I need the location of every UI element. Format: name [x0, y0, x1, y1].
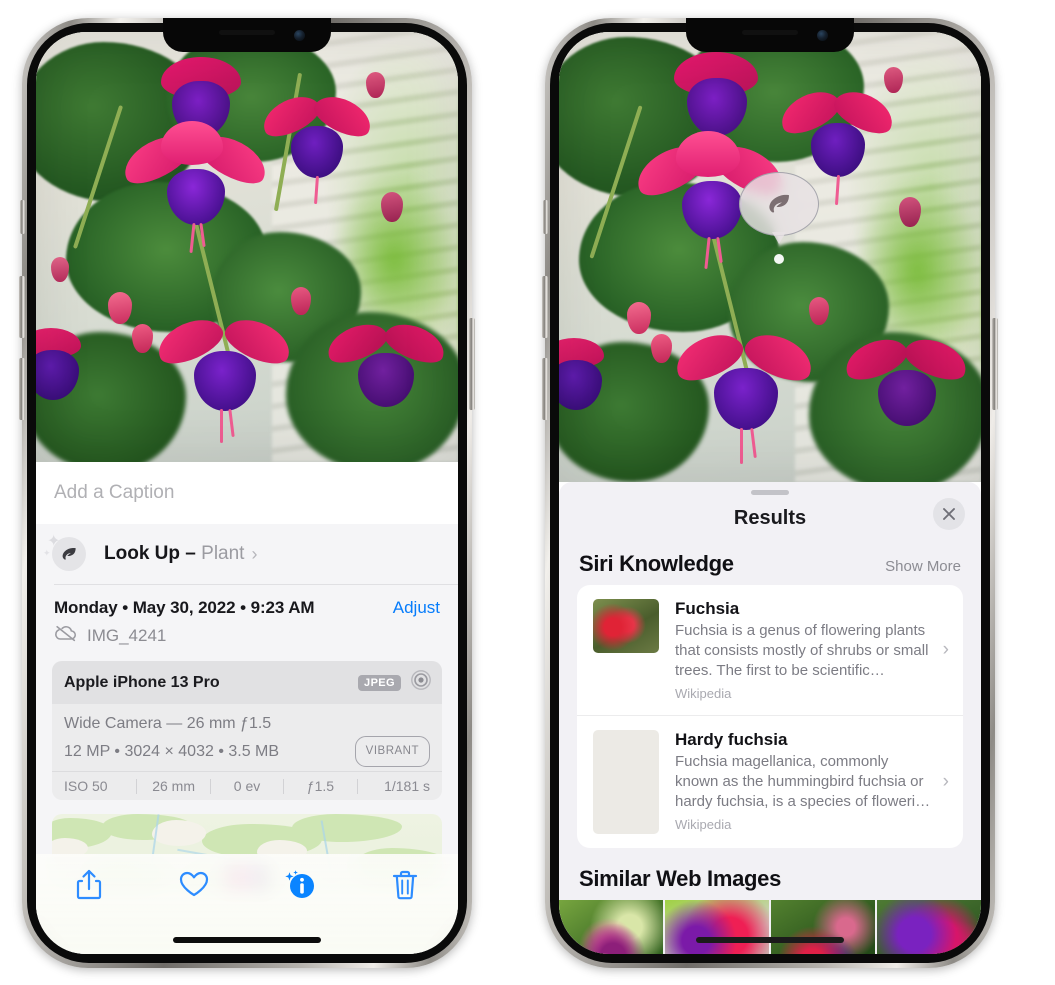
web-image-thumb[interactable]	[665, 900, 769, 954]
siri-knowledge-card: Fuchsia Fuchsia is a genus of flowering …	[577, 585, 963, 848]
caption-placeholder: Add a Caption	[54, 482, 175, 503]
web-image-thumb[interactable]	[559, 900, 663, 954]
metadata-rows: Wide Camera — 26 mm ƒ1.5 12 MP • 3024 × …	[52, 704, 442, 771]
list-item[interactable]: Hardy fuchsia Fuchsia magellanica, commo…	[577, 715, 963, 848]
lens-text: Wide Camera — 26 mm ƒ1.5	[64, 715, 272, 732]
result-text: Hardy fuchsia Fuchsia magellanica, commo…	[659, 730, 949, 834]
exif-shutter: 1/181 s	[384, 778, 431, 794]
result-title: Fuchsia	[675, 599, 740, 618]
web-image-thumb[interactable]	[771, 900, 875, 954]
results-sheet: Results Siri Knowledge Show More Fuchsia…	[559, 482, 981, 954]
metadata-header: Apple iPhone 13 Pro JPEG	[52, 661, 442, 704]
look-up-label: Look Up – Plant	[104, 543, 244, 565]
volume-down-button[interactable]	[19, 358, 25, 420]
exif-ev: 0 ev	[233, 778, 261, 794]
screenshot-root: Add a Caption ✦ ✦ Look Up – Plant › Mond…	[0, 0, 1055, 985]
visual-look-up-badge[interactable]	[739, 172, 819, 264]
left-screen: Add a Caption ✦ ✦ Look Up – Plant › Mond…	[36, 32, 458, 954]
photo-date: Monday • May 30, 2022 • 9:23 AM	[54, 598, 315, 617]
result-text: Fuchsia Fuchsia is a genus of flowering …	[659, 599, 949, 701]
exif-focal: 26 mm	[152, 778, 195, 794]
icloud-slash-icon	[54, 624, 78, 647]
exif-row: ISO 50 26 mm 0 ev ƒ1.5 1/181 s	[52, 771, 442, 800]
volume-up-button[interactable]	[19, 276, 25, 338]
date-row: Monday • May 30, 2022 • 9:23 AM Adjust	[36, 585, 458, 620]
info-button[interactable]	[247, 868, 353, 902]
siri-knowledge-heading: Siri Knowledge	[579, 551, 734, 576]
style-badge: VIBRANT	[354, 736, 430, 767]
result-description: Fuchsia is a genus of flowering plants t…	[675, 622, 929, 679]
notch	[163, 18, 331, 52]
silent-switch[interactable]	[543, 200, 548, 234]
share-button[interactable]	[36, 868, 142, 902]
look-up-subject: Plant	[201, 543, 245, 564]
similar-web-images-header: Similar Web Images	[559, 848, 981, 892]
photo-viewer-right[interactable]	[559, 32, 981, 482]
notch	[686, 18, 854, 52]
result-thumbnail	[593, 599, 659, 653]
web-image-thumb[interactable]	[877, 900, 981, 954]
specs-text: 12 MP • 3024 × 4032 • 3.5 MB	[64, 743, 280, 760]
look-up-title: Look Up	[104, 543, 180, 564]
specs-line: 12 MP • 3024 × 4032 • 3.5 MB VIBRANT	[64, 736, 430, 767]
side-power-button[interactable]	[992, 318, 998, 410]
delete-button[interactable]	[353, 868, 459, 902]
look-up-dash: –	[185, 543, 196, 564]
chevron-right-icon: ›	[942, 639, 949, 660]
sparkle-small-icon: ✦	[43, 548, 51, 558]
home-indicator[interactable]	[696, 937, 844, 943]
lens-icon	[410, 669, 432, 696]
right-screen: Results Siri Knowledge Show More Fuchsia…	[559, 32, 981, 954]
photo-vignette	[36, 32, 458, 462]
chevron-right-icon: ›	[942, 771, 949, 792]
side-power-button[interactable]	[469, 318, 475, 410]
show-more-button[interactable]: Show More	[885, 558, 961, 575]
close-icon[interactable]	[933, 498, 965, 530]
filename: IMG_4241	[87, 625, 167, 645]
badge-pointer	[772, 232, 786, 244]
left-iphone-mockup: Add a Caption ✦ ✦ Look Up – Plant › Mond…	[19, 18, 475, 968]
photo-vignette	[559, 32, 981, 482]
similar-web-images-heading: Similar Web Images	[579, 866, 782, 891]
silent-switch[interactable]	[20, 200, 25, 234]
format-badge: JPEG	[358, 674, 401, 691]
volume-down-button[interactable]	[542, 358, 548, 420]
caption-input[interactable]: Add a Caption	[36, 462, 458, 524]
favorite-button[interactable]	[142, 868, 248, 900]
front-camera-icon	[294, 30, 305, 41]
home-indicator[interactable]	[173, 937, 321, 943]
results-header: Results	[559, 495, 981, 541]
volume-up-button[interactable]	[542, 276, 548, 338]
siri-knowledge-header: Siri Knowledge Show More	[559, 541, 981, 585]
front-camera-icon	[817, 30, 828, 41]
device-name: Apple iPhone 13 Pro	[64, 673, 220, 691]
right-iphone-mockup: Results Siri Knowledge Show More Fuchsia…	[542, 18, 998, 968]
result-thumbnail	[593, 730, 659, 834]
similar-web-images-grid	[559, 900, 981, 954]
exif-iso: ISO 50	[64, 778, 108, 794]
results-title: Results	[733, 506, 807, 529]
chevron-right-icon: ›	[251, 543, 258, 564]
result-title: Hardy fuchsia	[675, 730, 788, 749]
file-row: IMG_4241	[36, 620, 458, 659]
info-body: ✦ ✦ Look Up – Plant › Monday • May 30, 2…	[36, 524, 458, 894]
list-item[interactable]: Fuchsia Fuchsia is a genus of flowering …	[577, 585, 963, 715]
exif-aperture: ƒ1.5	[306, 778, 335, 794]
earpiece-speaker	[742, 30, 798, 35]
photo-viewer-left[interactable]	[36, 32, 458, 462]
lens-line: Wide Camera — 26 mm ƒ1.5	[64, 711, 430, 736]
result-source: Wikipedia	[675, 686, 732, 701]
result-description: Fuchsia magellanica, commonly known as t…	[675, 753, 931, 810]
look-up-row[interactable]: ✦ ✦ Look Up – Plant ›	[36, 524, 458, 584]
result-source: Wikipedia	[675, 817, 732, 832]
leaf-icon	[739, 172, 819, 236]
adjust-button[interactable]: Adjust	[393, 598, 440, 618]
metadata-card[interactable]: Apple iPhone 13 Pro JPEG Wide Camera — 2…	[52, 661, 442, 800]
badge-dot	[774, 254, 784, 264]
earpiece-speaker	[219, 30, 275, 35]
